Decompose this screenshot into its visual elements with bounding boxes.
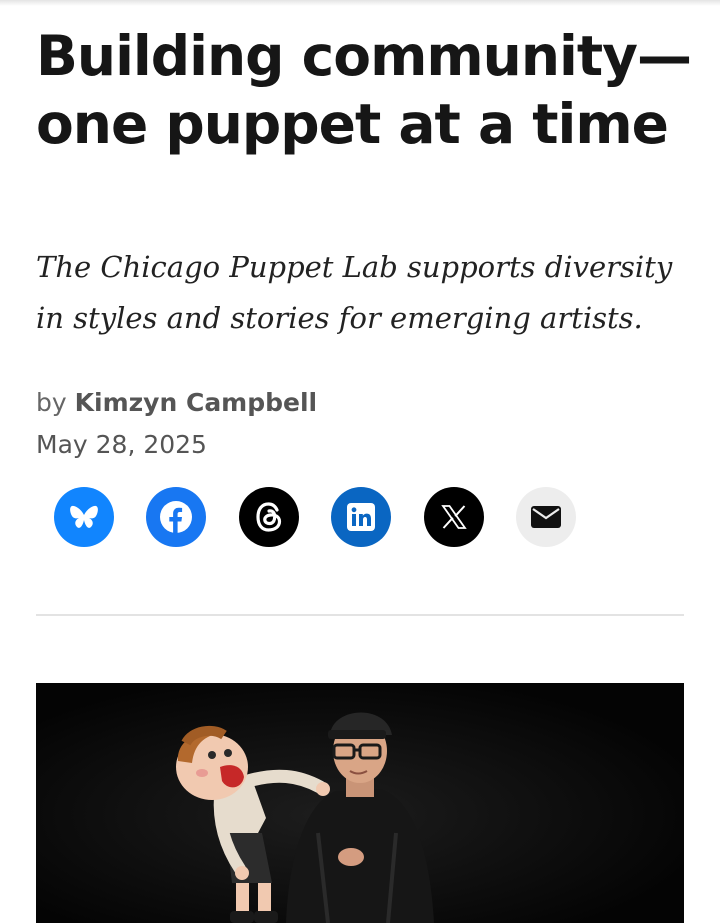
x-icon: [441, 505, 467, 529]
hero-photo: [36, 683, 684, 923]
byline-prefix: by: [36, 388, 67, 417]
linkedin-icon: [347, 503, 375, 531]
article-dek: The Chicago Puppet Lab supports diversit…: [36, 250, 673, 335]
section-divider: [36, 614, 684, 616]
author-link[interactable]: Kimzyn Campbell: [75, 388, 318, 417]
publish-date: May 28, 2025: [36, 430, 207, 459]
article-headline: Building community—one puppet at a time: [36, 24, 692, 156]
butterfly-icon: [70, 505, 98, 528]
envelope-icon: [531, 506, 561, 528]
puppeteer-performance-image: [36, 683, 684, 923]
threads-icon: [256, 502, 282, 532]
top-edge-shadow: [0, 0, 720, 6]
share-x-button[interactable]: [424, 487, 484, 547]
share-threads-button[interactable]: [239, 487, 299, 547]
share-email-button[interactable]: [516, 487, 576, 547]
facebook-icon: [160, 501, 192, 533]
share-bluesky-button[interactable]: [54, 487, 114, 547]
byline: by Kimzyn Campbell: [36, 388, 317, 417]
share-facebook-button[interactable]: [146, 487, 206, 547]
share-linkedin-button[interactable]: [331, 487, 391, 547]
